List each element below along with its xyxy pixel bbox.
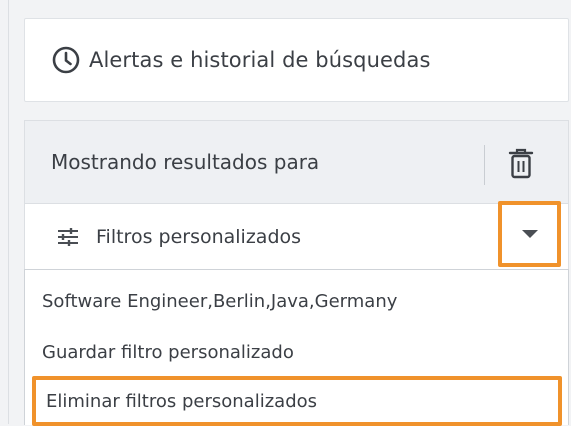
alerts-history-label: Alertas e historial de búsquedas bbox=[89, 48, 431, 72]
caret-down-icon bbox=[521, 230, 538, 238]
results-panel: Mostrando resultados para Filtros person… bbox=[24, 120, 569, 426]
delete-filters-button[interactable] bbox=[501, 143, 541, 185]
clock-icon bbox=[51, 45, 81, 75]
alerts-history-button[interactable]: Alertas e historial de búsquedas bbox=[24, 18, 569, 102]
results-header: Mostrando resultados para bbox=[25, 121, 568, 203]
menu-item-delete-custom-filters[interactable]: Eliminar filtros personalizados bbox=[32, 376, 562, 426]
menu-item-save-custom-filter[interactable]: Guardar filtro personalizado bbox=[25, 327, 568, 377]
trash-icon bbox=[508, 148, 534, 180]
filters-dropdown-menu: Software Engineer,Berlin,Java,Germany Gu… bbox=[24, 269, 569, 426]
filters-dropdown-toggle[interactable] bbox=[498, 201, 561, 267]
sidebar-panel: Alertas e historial de búsquedas Mostran… bbox=[8, 0, 571, 426]
results-title: Mostrando resultados para bbox=[51, 150, 320, 174]
header-divider bbox=[484, 145, 485, 185]
custom-filters-row[interactable]: Filtros personalizados bbox=[25, 201, 568, 269]
custom-filters-label: Filtros personalizados bbox=[96, 225, 302, 248]
sliders-icon bbox=[57, 227, 79, 246]
menu-item-saved-filter[interactable]: Software Engineer,Berlin,Java,Germany bbox=[25, 276, 568, 326]
